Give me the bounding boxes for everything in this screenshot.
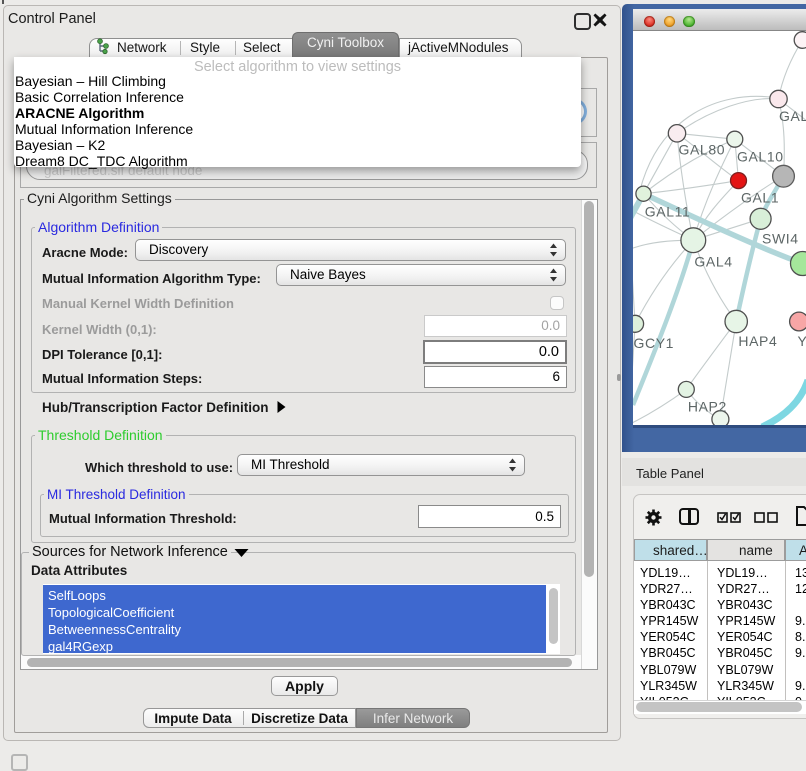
svg-text:GAL4: GAL4 [694, 254, 732, 270]
svg-text:SWI4: SWI4 [762, 231, 799, 247]
svg-text:GCY1: GCY1 [634, 335, 675, 351]
svg-text:HAP2: HAP2 [688, 399, 727, 415]
svg-text:HAP4: HAP4 [738, 333, 777, 349]
svg-text:Y: Y [798, 333, 806, 349]
svg-text:GAL1: GAL1 [741, 190, 779, 206]
svg-text:GAL10: GAL10 [737, 149, 784, 165]
svg-text:GAL11: GAL11 [645, 204, 691, 220]
svg-text:GAL: GAL [779, 108, 806, 124]
svg-text:GAL80: GAL80 [679, 142, 726, 158]
